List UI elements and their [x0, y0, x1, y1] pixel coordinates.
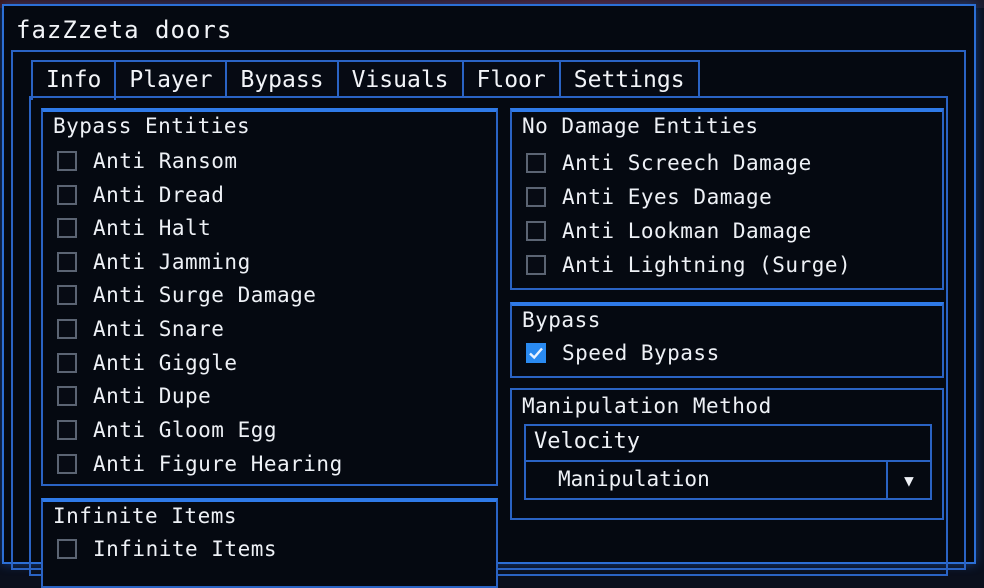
- checkbox[interactable]: [57, 185, 77, 205]
- checkbox[interactable]: [57, 151, 77, 171]
- tab-bar: Info Player Bypass Visuals Floor Setting…: [31, 60, 700, 100]
- window-body: Info Player Bypass Visuals Floor Setting…: [11, 50, 966, 588]
- checkbox[interactable]: [526, 221, 546, 241]
- velocity-dropdown: Velocity Manipulation ▼: [524, 424, 932, 500]
- toggle-anti-surge-damage[interactable]: Anti Surge Damage: [57, 280, 316, 310]
- toggle-label: Anti Dupe: [93, 384, 212, 408]
- no-damage-entities-group: No Damage Entities Anti Screech Damage A…: [510, 108, 944, 290]
- toggle-label: Anti Snare: [93, 317, 225, 341]
- dropdown-label: Velocity: [534, 429, 640, 454]
- checkbox[interactable]: [57, 285, 77, 305]
- toggle-label: Anti Surge Damage: [93, 283, 317, 307]
- toggle-anti-eyes-damage[interactable]: Anti Eyes Damage: [526, 182, 772, 212]
- group-title: No Damage Entities: [522, 114, 759, 138]
- group-title: Infinite Items: [53, 504, 238, 528]
- checkbox[interactable]: [57, 386, 77, 406]
- toggle-label: Anti Figure Hearing: [93, 452, 343, 476]
- toggle-label: Infinite Items: [93, 537, 278, 561]
- checkbox[interactable]: [526, 255, 546, 275]
- checkbox[interactable]: [57, 218, 77, 238]
- toggle-anti-figure-hearing[interactable]: Anti Figure Hearing: [57, 449, 343, 479]
- group-title: Manipulation Method: [522, 394, 772, 418]
- toggle-anti-lightning-surge[interactable]: Anti Lightning (Surge): [526, 250, 851, 280]
- checkbox[interactable]: [57, 454, 77, 474]
- toggle-label: Anti Ransom: [93, 149, 238, 173]
- toggle-anti-snare[interactable]: Anti Snare: [57, 314, 224, 344]
- bypass-entities-group: Bypass Entities Anti Ransom Anti Dread A…: [41, 108, 498, 486]
- checkmark-icon: [529, 347, 543, 360]
- checkbox[interactable]: [526, 187, 546, 207]
- dropdown-box[interactable]: Manipulation ▼: [526, 460, 930, 498]
- checkbox[interactable]: [57, 353, 77, 373]
- toggle-anti-dread[interactable]: Anti Dread: [57, 180, 224, 210]
- chevron-down-icon[interactable]: ▼: [886, 462, 930, 498]
- checkbox[interactable]: [57, 252, 77, 272]
- checkbox[interactable]: [526, 153, 546, 173]
- toggle-anti-halt[interactable]: Anti Halt: [57, 213, 211, 243]
- toggle-label: Anti Dread: [93, 183, 225, 207]
- toggle-anti-giggle[interactable]: Anti Giggle: [57, 348, 238, 378]
- app-window: fazZzeta doors Info Player Bypass Visual…: [2, 4, 976, 588]
- tab-visuals[interactable]: Visuals: [336, 60, 464, 98]
- checkbox[interactable]: [57, 539, 77, 559]
- tab-bypass[interactable]: Bypass: [225, 60, 339, 98]
- checkbox-checked[interactable]: [526, 343, 546, 363]
- tab-content: Bypass Entities Anti Ransom Anti Dread A…: [29, 96, 948, 588]
- toggle-anti-dupe[interactable]: Anti Dupe: [57, 381, 211, 411]
- toggle-infinite-items[interactable]: Infinite Items: [57, 534, 277, 564]
- bypass-group: Bypass Speed Bypass: [510, 302, 944, 378]
- toggle-anti-ransom[interactable]: Anti Ransom: [57, 146, 238, 176]
- toggle-speed-bypass[interactable]: Speed Bypass: [526, 338, 720, 368]
- toggle-label: Anti Gloom Egg: [93, 418, 278, 442]
- toggle-label: Anti Giggle: [93, 351, 238, 375]
- checkbox[interactable]: [57, 319, 77, 339]
- tab-info[interactable]: Info: [31, 60, 117, 100]
- toggle-anti-screech-damage[interactable]: Anti Screech Damage: [526, 148, 812, 178]
- infinite-items-group: Infinite Items Infinite Items: [41, 498, 498, 588]
- toggle-anti-jamming[interactable]: Anti Jamming: [57, 247, 251, 277]
- toggle-anti-lookman-damage[interactable]: Anti Lookman Damage: [526, 216, 812, 246]
- tab-floor[interactable]: Floor: [461, 60, 561, 98]
- dropdown-value: Manipulation: [558, 467, 710, 491]
- toggle-anti-gloom-egg[interactable]: Anti Gloom Egg: [57, 415, 277, 445]
- tab-player[interactable]: Player: [114, 60, 228, 98]
- toggle-label: Anti Lookman Damage: [562, 219, 812, 243]
- manipulation-method-group: Manipulation Method Velocity Manipulatio…: [510, 388, 944, 520]
- toggle-label: Speed Bypass: [562, 341, 720, 365]
- group-title: Bypass: [522, 308, 601, 332]
- toggle-label: Anti Eyes Damage: [562, 185, 773, 209]
- toggle-label: Anti Halt: [93, 216, 212, 240]
- checkbox[interactable]: [57, 420, 77, 440]
- toggle-label: Anti Screech Damage: [562, 151, 812, 175]
- group-title: Bypass Entities: [53, 114, 251, 138]
- tab-settings[interactable]: Settings: [558, 60, 700, 98]
- window-title: fazZzeta doors: [16, 16, 233, 44]
- toggle-label: Anti Jamming: [93, 250, 251, 274]
- toggle-label: Anti Lightning (Surge): [562, 253, 852, 277]
